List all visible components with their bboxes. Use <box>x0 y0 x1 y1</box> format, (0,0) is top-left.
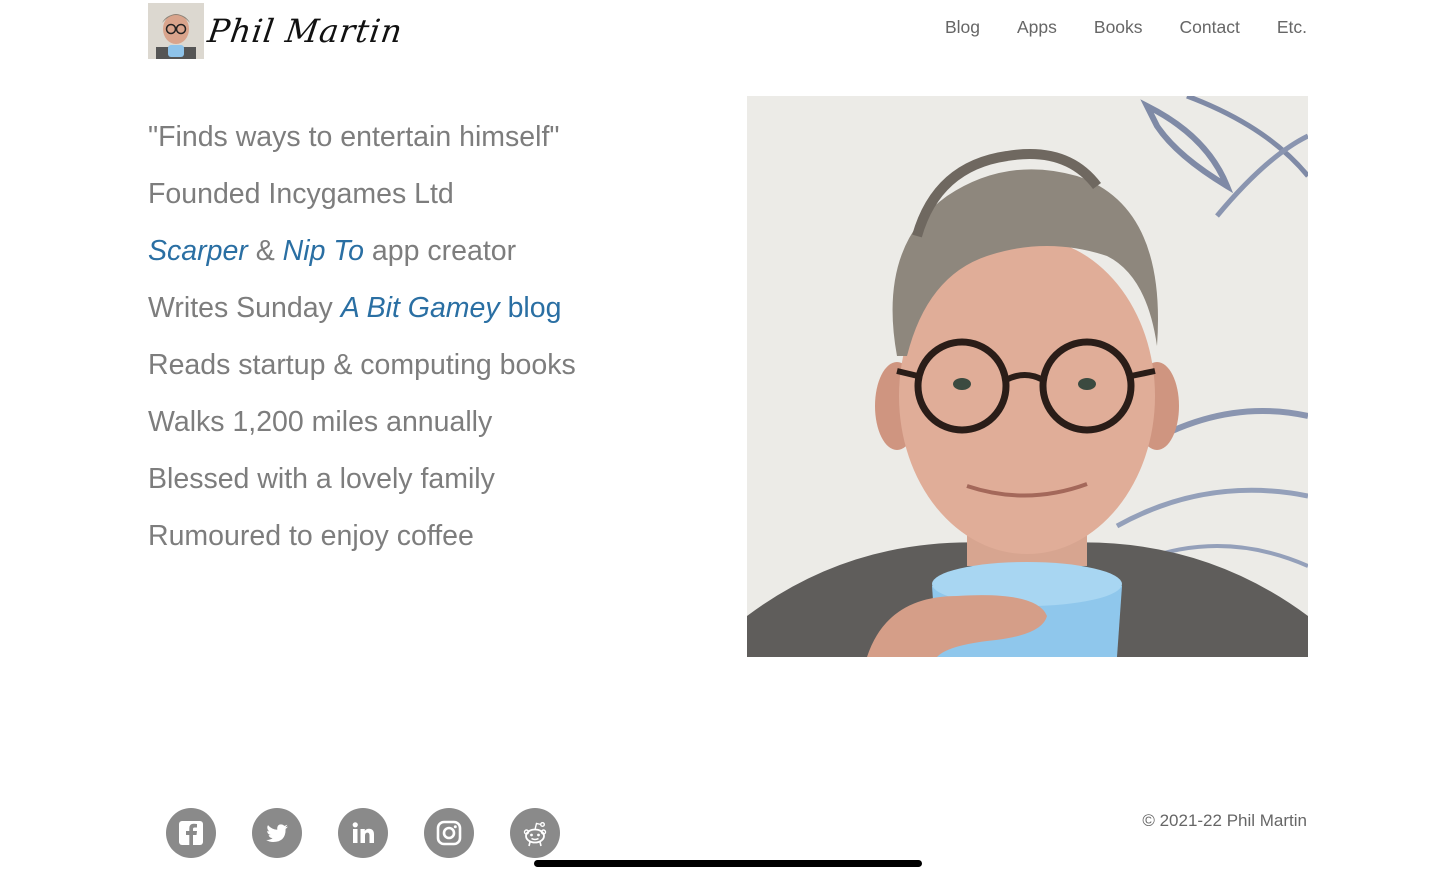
main-nav: Blog Apps Books Contact Etc. <box>945 17 1307 38</box>
nav-apps[interactable]: Apps <box>1017 17 1057 38</box>
reddit-icon[interactable] <box>510 808 560 858</box>
facebook-icon[interactable] <box>166 808 216 858</box>
portrait-photo <box>747 96 1308 657</box>
home-indicator-bar[interactable] <box>534 860 922 867</box>
instagram-icon[interactable] <box>424 808 474 858</box>
logo-portrait-thumbnail <box>148 3 204 59</box>
bio-list: "Finds ways to entertain himself" Founde… <box>148 118 576 574</box>
blog-link[interactable]: blog <box>500 292 562 324</box>
twitter-icon[interactable] <box>252 808 302 858</box>
nip-to-link[interactable]: Nip To <box>283 235 364 267</box>
nav-books[interactable]: Books <box>1094 17 1143 38</box>
bio-family: Blessed with a lovely family <box>148 463 495 495</box>
linkedin-icon[interactable] <box>338 808 388 858</box>
bio-amp: & <box>247 235 283 267</box>
bio-coffee: Rumoured to enjoy coffee <box>148 520 474 552</box>
nav-contact[interactable]: Contact <box>1180 17 1240 38</box>
copyright-text: © 2021-22 Phil Martin <box>1142 811 1307 830</box>
logo-signature-text: Phil Martin <box>205 12 406 50</box>
bio-walks: Walks 1,200 miles annually <box>148 406 493 438</box>
social-links <box>166 808 560 858</box>
bio-writes-sunday: Writes Sunday <box>148 292 341 324</box>
nav-blog[interactable]: Blog <box>945 17 980 38</box>
bio-quote: "Finds ways to entertain himself" <box>148 121 560 153</box>
scarper-link[interactable]: Scarper <box>148 235 248 267</box>
bio-app-creator: app creator <box>363 235 517 267</box>
site-logo[interactable]: Phil Martin <box>148 3 406 59</box>
bio-founder: Founded Incygames Ltd <box>148 178 454 210</box>
a-bit-gamey-link[interactable]: A Bit Gamey <box>341 292 500 324</box>
bio-apps: Scarper & Nip To app creator <box>148 232 576 289</box>
bio-blog: Writes Sunday A Bit Gamey blog <box>148 289 576 346</box>
bio-reads: Reads startup & computing books <box>148 349 576 381</box>
nav-etc[interactable]: Etc. <box>1277 17 1307 38</box>
